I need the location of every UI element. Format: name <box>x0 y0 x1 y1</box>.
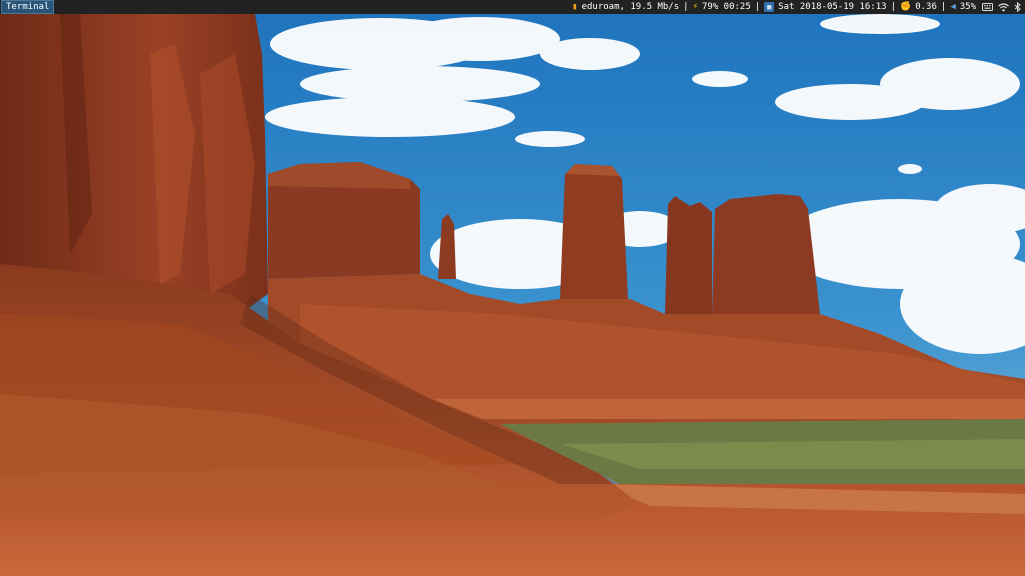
top-bar: Terminal ▮ eduroam, 19.5 Mb/s | ⚡ 79% 00… <box>0 0 1025 14</box>
flexed-arm-icon: ✊ <box>899 2 912 12</box>
separator: | <box>754 2 761 12</box>
separator: | <box>890 2 896 12</box>
clock-text: Sat 2018-05-19 16:13 <box>778 2 887 12</box>
battery-text: 79% 00:25 <box>701 2 751 12</box>
speaker-icon: ◀ <box>950 2 956 12</box>
wifi-tray-icon[interactable] <box>998 2 1009 12</box>
wifi-icon: ▮ <box>572 2 578 12</box>
status-line: ▮ eduroam, 19.5 Mb/s | ⚡ 79% 00:25 | ▦ S… <box>572 0 1025 14</box>
keyboard-icon[interactable] <box>982 3 993 11</box>
network-status: ▮ eduroam, 19.5 Mb/s <box>572 0 679 14</box>
volume-status: ◀ 35% <box>950 0 976 14</box>
clock-status: ▦ Sat 2018-05-19 16:13 <box>764 0 887 14</box>
load-status: ✊ 0.36 <box>900 0 937 14</box>
desktop-wallpaper <box>0 14 1025 576</box>
separator: | <box>940 2 947 12</box>
battery-status: ⚡ 79% 00:25 <box>693 0 751 14</box>
bluetooth-icon[interactable] <box>1014 2 1021 12</box>
volume-text: 35% <box>959 2 976 12</box>
calendar-icon: ▦ <box>764 2 775 12</box>
load-text: 0.36 <box>915 2 937 12</box>
system-tray <box>982 2 1021 12</box>
network-text: eduroam, 19.5 Mb/s <box>581 2 680 12</box>
lightning-icon: ⚡ <box>692 2 698 12</box>
separator: | <box>683 2 689 12</box>
workspace-button[interactable]: Terminal <box>1 0 55 14</box>
